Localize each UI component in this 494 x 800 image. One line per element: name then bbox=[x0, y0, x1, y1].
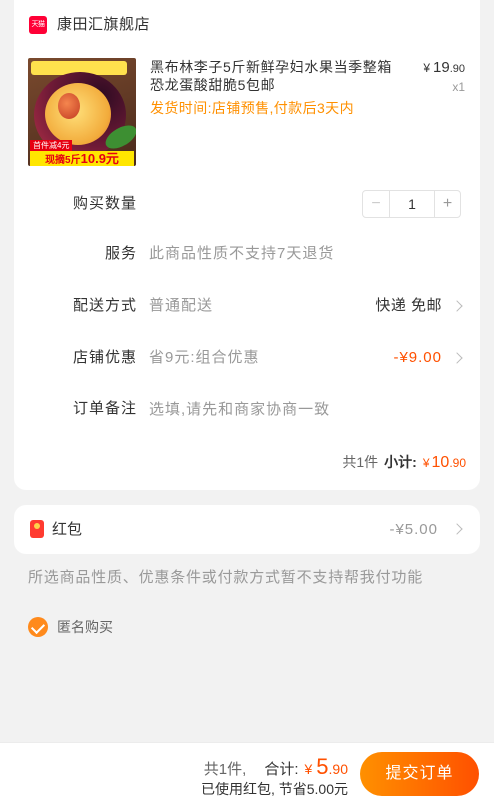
plum-pit bbox=[58, 93, 80, 119]
quantity-value-input[interactable]: 1 bbox=[390, 191, 434, 217]
product-quantity: x1 bbox=[452, 80, 465, 94]
image-promo-prefix: 现摘5斤 bbox=[45, 155, 81, 166]
check-circle-icon[interactable] bbox=[28, 617, 48, 637]
submit-order-button[interactable]: 提交订单 bbox=[360, 752, 479, 796]
shop-discount-amount[interactable]: -¥9.00 bbox=[393, 344, 442, 372]
price-decimal: .90 bbox=[449, 63, 465, 75]
anonymous-purchase-label[interactable]: 匿名购买 bbox=[57, 617, 113, 637]
order-note-label: 订单备注 bbox=[72, 400, 137, 417]
image-promo-price: 10.9元 bbox=[80, 151, 119, 166]
quantity-stepper: − 1 + bbox=[362, 190, 461, 218]
price-integer: 19 bbox=[433, 59, 450, 76]
quantity-label: 购买数量 bbox=[72, 195, 137, 212]
subtotal-decimal: .90 bbox=[449, 456, 466, 470]
chevron-right-icon bbox=[451, 300, 463, 312]
shop-discount-value: 省9元:组合优惠 bbox=[149, 349, 260, 366]
order-card: 天猫 康田汇旗舰店 首件减4元 现摘5斤10.9元 黑布林李子5斤新鲜孕妇水果当… bbox=[14, 0, 480, 490]
footer-total-integer: 5 bbox=[316, 754, 329, 779]
quantity-minus-button[interactable]: − bbox=[363, 191, 390, 217]
checkout-bar: 共1件, 合计: ¥5.90 已使用红包, 节省5.00元 提交订单 bbox=[0, 742, 494, 800]
product-image[interactable]: 首件减4元 现摘5斤10.9元 bbox=[28, 58, 136, 166]
subtotal-count: 共1件 bbox=[342, 454, 379, 470]
red-packet-icon bbox=[30, 520, 44, 538]
currency-symbol: ¥ bbox=[304, 761, 313, 777]
shop-discount-row[interactable]: 店铺优惠 省9元:组合优惠 -¥9.00 bbox=[14, 344, 480, 372]
service-label: 服务 bbox=[104, 245, 137, 262]
shop-discount-label: 店铺优惠 bbox=[72, 349, 137, 366]
chevron-right-icon bbox=[451, 352, 463, 364]
subtotal-integer: 10 bbox=[431, 454, 450, 471]
order-note-input[interactable] bbox=[149, 395, 449, 423]
quantity-plus-button[interactable]: + bbox=[434, 191, 460, 217]
currency-symbol: ¥ bbox=[423, 61, 431, 75]
footer-total-decimal: .90 bbox=[328, 761, 348, 777]
store-name[interactable]: 康田汇旗舰店 bbox=[57, 15, 150, 35]
subtotal: 共1件 小计: ¥10.90 bbox=[342, 450, 466, 474]
red-packet-row[interactable]: 红包 -¥5.00 bbox=[14, 505, 480, 554]
quantity-row: 购买数量 − 1 + bbox=[14, 190, 480, 218]
image-promo-strip: 现摘5斤10.9元 bbox=[30, 151, 134, 166]
footer-totals: 共1件, 合计: ¥5.90 bbox=[204, 755, 348, 779]
red-packet-label: 红包 bbox=[52, 521, 83, 538]
plum-flesh bbox=[45, 83, 111, 145]
delivery-value: 普通配送 bbox=[149, 297, 214, 314]
red-packet-amount[interactable]: -¥5.00 bbox=[389, 505, 438, 554]
delivery-option[interactable]: 快递 免邮 bbox=[375, 292, 442, 320]
delivery-row[interactable]: 配送方式 普通配送 快递 免邮 bbox=[14, 292, 480, 320]
currency-symbol: ¥ bbox=[422, 456, 430, 470]
service-value: 此商品性质不支持7天退货 bbox=[149, 245, 335, 262]
delivery-label: 配送方式 bbox=[72, 297, 137, 314]
image-first-discount-badge: 首件减4元 bbox=[30, 140, 73, 151]
ship-time-notice: 发货时间:店铺预售,付款后3天内 bbox=[150, 100, 354, 116]
footer-saving-text: 已使用红包, 节省5.00元 bbox=[200, 781, 348, 797]
pay-for-me-notice: 所选商品性质、优惠条件或付款方式暂不支持帮我付功能 bbox=[28, 569, 424, 586]
chevron-right-icon bbox=[451, 523, 463, 535]
subtotal-label: 小计: bbox=[384, 454, 417, 470]
product-title[interactable]: 黑布林李子5斤新鲜孕妇水果当季整箱恐龙蛋酸甜脆5包邮 bbox=[150, 58, 398, 94]
product-price: ¥19.90 bbox=[423, 59, 465, 77]
tmall-logo-icon: 天猫 bbox=[29, 16, 47, 34]
order-note-row: 订单备注 bbox=[14, 395, 480, 423]
service-row: 服务 此商品性质不支持7天退货 bbox=[14, 240, 480, 268]
